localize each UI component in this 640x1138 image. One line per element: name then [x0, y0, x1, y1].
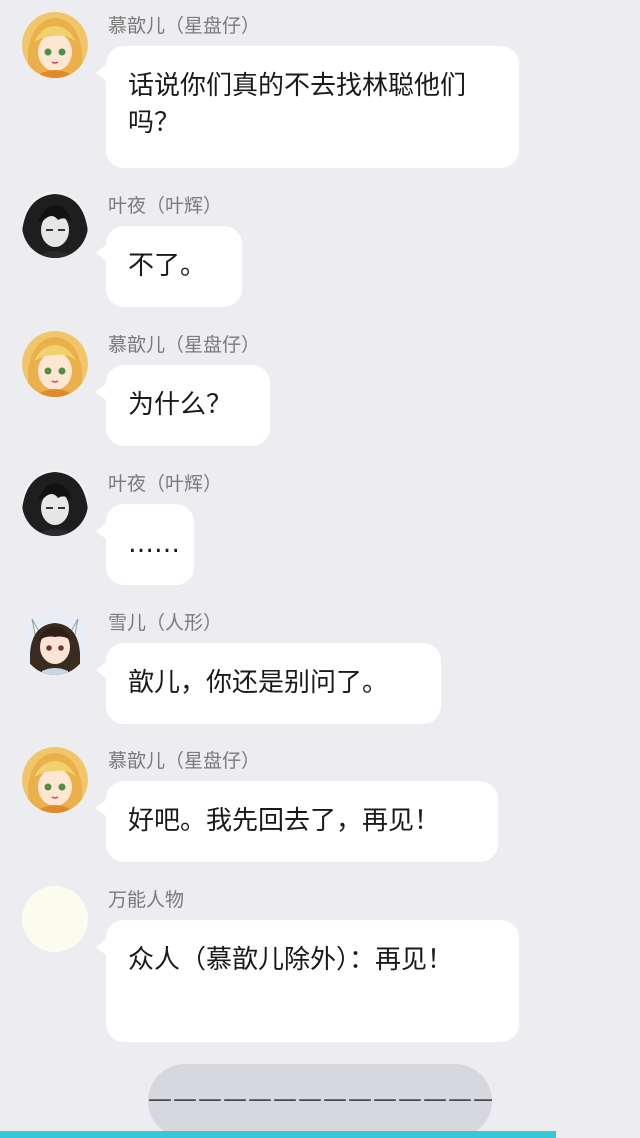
message-bubble[interactable]: 话说你们真的不去找林聪他们吗？ [96, 46, 519, 168]
divider-text: —————————————— [148, 1085, 492, 1113]
sender-name: 慕歆儿（星盘仔） [108, 750, 261, 772]
avatar[interactable] [22, 12, 88, 78]
message-bubble[interactable]: 好吧。我先回去了，再见！ [96, 781, 498, 862]
chat-message: 慕歆儿（星盘仔） 好吧。我先回去了，再见！ [0, 747, 640, 865]
message-bubble[interactable]: 歆儿，你还是别问了。 [96, 643, 441, 724]
bottom-accent-bar [0, 1131, 556, 1138]
message-bubble[interactable]: 为什么？ [96, 365, 270, 446]
message-text: 好吧。我先回去了，再见！ [128, 806, 441, 836]
avatar[interactable] [22, 470, 88, 536]
avatar[interactable] [22, 747, 88, 813]
message-bubble[interactable]: …… [96, 504, 194, 585]
message-text: 话说你们真的不去找林聪他们吗？ [128, 71, 467, 138]
sender-name: 叶夜（叶辉） [108, 473, 223, 495]
avatar[interactable] [22, 886, 88, 952]
message-text: 不了。 [128, 251, 207, 281]
avatar[interactable] [22, 331, 88, 397]
chat-message: 叶夜（叶辉） 不了。 [0, 192, 640, 310]
chat-message: 慕歆儿（星盘仔） 话说你们真的不去找林聪他们吗？ [0, 12, 640, 172]
chat-message: 万能人物 众人（慕歆儿除外）：再见！ [0, 886, 640, 1046]
avatar[interactable] [22, 192, 88, 258]
sender-name: 雪儿（人形） [108, 612, 223, 634]
sender-name: 慕歆儿（星盘仔） [108, 334, 261, 356]
sender-name: 万能人物 [108, 889, 185, 911]
message-bubble[interactable]: 不了。 [96, 226, 242, 307]
message-text: 歆儿，你还是别问了。 [128, 668, 389, 698]
chat-message: 雪儿（人形） 歆儿，你还是别问了。 [0, 609, 640, 727]
chat-message: 叶夜（叶辉） …… [0, 470, 640, 588]
divider-pill: —————————————— [148, 1064, 492, 1138]
message-bubble[interactable]: 众人（慕歆儿除外）：再见！ [96, 920, 519, 1042]
message-text: …… [128, 529, 180, 559]
sender-name: 叶夜（叶辉） [108, 195, 223, 217]
message-text: 众人（慕歆儿除外）：再见！ [128, 945, 454, 975]
sender-name: 慕歆儿（星盘仔） [108, 15, 261, 37]
avatar[interactable] [22, 609, 88, 675]
message-text: 为什么？ [128, 390, 233, 420]
chat-message: 慕歆儿（星盘仔） 为什么？ [0, 331, 640, 449]
